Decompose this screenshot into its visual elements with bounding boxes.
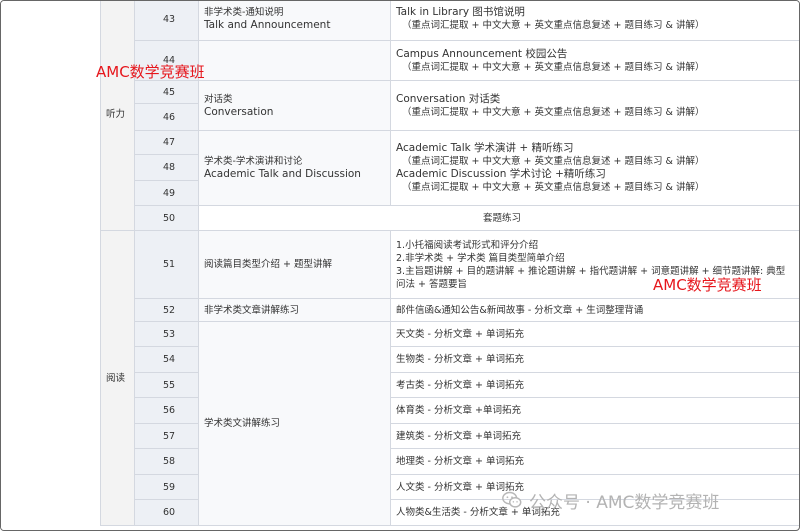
table-row: 52 非学术类文章讲解练习 邮件信函&通知公告&新闻故事 - 分析文章 + 生词… xyxy=(101,298,799,322)
lesson-topic: 阅读篇目类型介绍 + 题型讲解 xyxy=(198,230,391,299)
lesson-content: 体育类 - 分析文章 +单词拓充 xyxy=(390,397,799,424)
lesson-content: Academic Talk 学术演讲 + 精听练习 （重点词汇提取 + 中文大意… xyxy=(390,130,799,206)
content-line: Academic Talk 学术演讲 + 精听练习 xyxy=(396,142,574,154)
curriculum-table: 听力 43 非学术类-通知说明 Talk and Announcement Ta… xyxy=(100,1,799,526)
lesson-content: 考古类 - 分析文章 + 单词拓充 xyxy=(390,372,799,398)
lesson-topic: 非学术类文章讲解练习 xyxy=(198,298,391,322)
topic-line-cn: 对话类 xyxy=(204,93,233,105)
lesson-topic: 学术类-学术演讲和讨论 Academic Talk and Discussion xyxy=(198,130,391,206)
content-line: Conversation 对话类 xyxy=(396,92,501,105)
table-row: 45 对话类 Conversation Conversation 对话类 （重点… xyxy=(101,80,799,131)
table-row: 44 Campus Announcement 校园公告 （重点词汇提取 + 中文… xyxy=(101,40,799,81)
topic-line-en: Talk and Announcement xyxy=(204,19,331,31)
lesson-number: 43 xyxy=(134,1,199,41)
section-label-listening: 听力 xyxy=(100,1,135,231)
lesson-content: Conversation 对话类 （重点词汇提取 + 中文大意 + 英文重点信息… xyxy=(390,80,799,131)
wechat-label: 公众号 · AMC数学竞赛班 xyxy=(529,492,720,513)
topic-line-en: Academic Talk and Discussion xyxy=(204,168,361,180)
topic-line-cn: 非学术类-通知说明 xyxy=(204,7,284,18)
content-line: （重点词汇提取 + 中文大意 + 英文重点信息复述 + 题目练习 & 讲解） xyxy=(402,106,705,118)
lesson-content: Talk in Library 图书馆说明 （重点词汇提取 + 中文大意 + 英… xyxy=(390,1,799,41)
lesson-content: 地理类 - 分析文章 + 单词拓充 xyxy=(390,448,799,475)
content-line: 1.小托福阅读考试形式和评分介绍 xyxy=(396,239,539,251)
wechat-watermark: 公众号 · AMC数学竞赛班 xyxy=(501,485,719,515)
lesson-content: Campus Announcement 校园公告 （重点词汇提取 + 中文大意 … xyxy=(390,40,799,81)
lesson-number: 60 xyxy=(134,499,199,526)
lesson-number: 47 xyxy=(134,130,199,155)
content-line: （重点词汇提取 + 中文大意 + 英文重点信息复述 + 题目练习 & 讲解） xyxy=(402,182,705,193)
content-line: Academic Discussion 学术讨论 +精听练习 xyxy=(396,168,606,180)
mock-test-cell: 套题练习 xyxy=(198,205,799,231)
topic-line-cn: 学术类-学术演讲和讨论 xyxy=(204,156,303,167)
lesson-content: 建筑类 - 分析文章 +单词拓充 xyxy=(390,423,799,449)
table-row: 听力 43 非学术类-通知说明 Talk and Announcement Ta… xyxy=(100,1,799,231)
lesson-number: 54 xyxy=(134,346,199,373)
lesson-number: 55 xyxy=(134,372,199,398)
lesson-number: 50 xyxy=(134,205,199,231)
content-line: （重点词汇提取 + 中文大意 + 英文重点信息复述 + 题目练习 & 讲解） xyxy=(402,61,705,73)
lesson-number: 53 xyxy=(134,321,199,347)
lesson-number: 56 xyxy=(134,397,199,424)
lesson-content: 邮件信函&通知公告&新闻故事 - 分析文章 + 生词整理背诵 xyxy=(390,298,799,322)
lesson-number: 59 xyxy=(134,474,199,500)
lesson-topic: 学术类文讲解练习 xyxy=(198,321,391,526)
lesson-number: 52 xyxy=(134,298,199,322)
watermark-red-mid: AMC数学竞赛班 xyxy=(653,276,762,294)
lesson-topic: 非学术类-通知说明 Talk and Announcement xyxy=(198,1,391,41)
lesson-content: 天文类 - 分析文章 + 单词拓充 xyxy=(390,321,799,347)
lesson-number: 45 xyxy=(134,80,199,104)
lesson-number: 48 xyxy=(134,154,199,181)
content-line: 2.非学术类 + 学术类 篇目类型简单介绍 xyxy=(396,252,565,264)
table-row: 47 学术类-学术演讲和讨论 Academic Talk and Discuss… xyxy=(101,130,799,206)
lesson-number: 57 xyxy=(134,423,199,449)
left-gutter xyxy=(1,1,100,530)
lesson-content: 生物类 - 分析文章 + 单词拓充 xyxy=(390,346,799,373)
document-frame: 听力 43 非学术类-通知说明 Talk and Announcement Ta… xyxy=(0,0,800,531)
content-line: Campus Announcement 校园公告 xyxy=(396,47,568,60)
wechat-icon xyxy=(502,491,522,508)
lesson-number: 51 xyxy=(134,230,199,299)
lesson-number: 58 xyxy=(134,448,199,475)
lesson-number: 49 xyxy=(134,180,199,206)
section-label-reading: 阅读 xyxy=(100,230,135,526)
topic-line-en: Conversation xyxy=(204,105,274,118)
lesson-number: 46 xyxy=(134,103,199,131)
watermark-red-top: AMC数学竞赛班 xyxy=(96,63,205,81)
content-line: （重点词汇提取 + 中文大意 + 英文重点信息复述 + 题目练习 & 讲解） xyxy=(402,156,705,167)
content-line: （重点词汇提取 + 中文大意 + 英文重点信息复述 + 题目练习 & 讲解） xyxy=(402,20,705,31)
table-row: 53 学术类文讲解练习 天文类 - 分析文章 + 单词拓充 xyxy=(101,321,799,526)
lesson-topic-empty xyxy=(198,40,391,81)
lesson-topic: 对话类 Conversation xyxy=(198,80,391,131)
table-row: 50 套题练习 xyxy=(101,205,799,231)
content-line: Talk in Library 图书馆说明 xyxy=(396,6,525,18)
